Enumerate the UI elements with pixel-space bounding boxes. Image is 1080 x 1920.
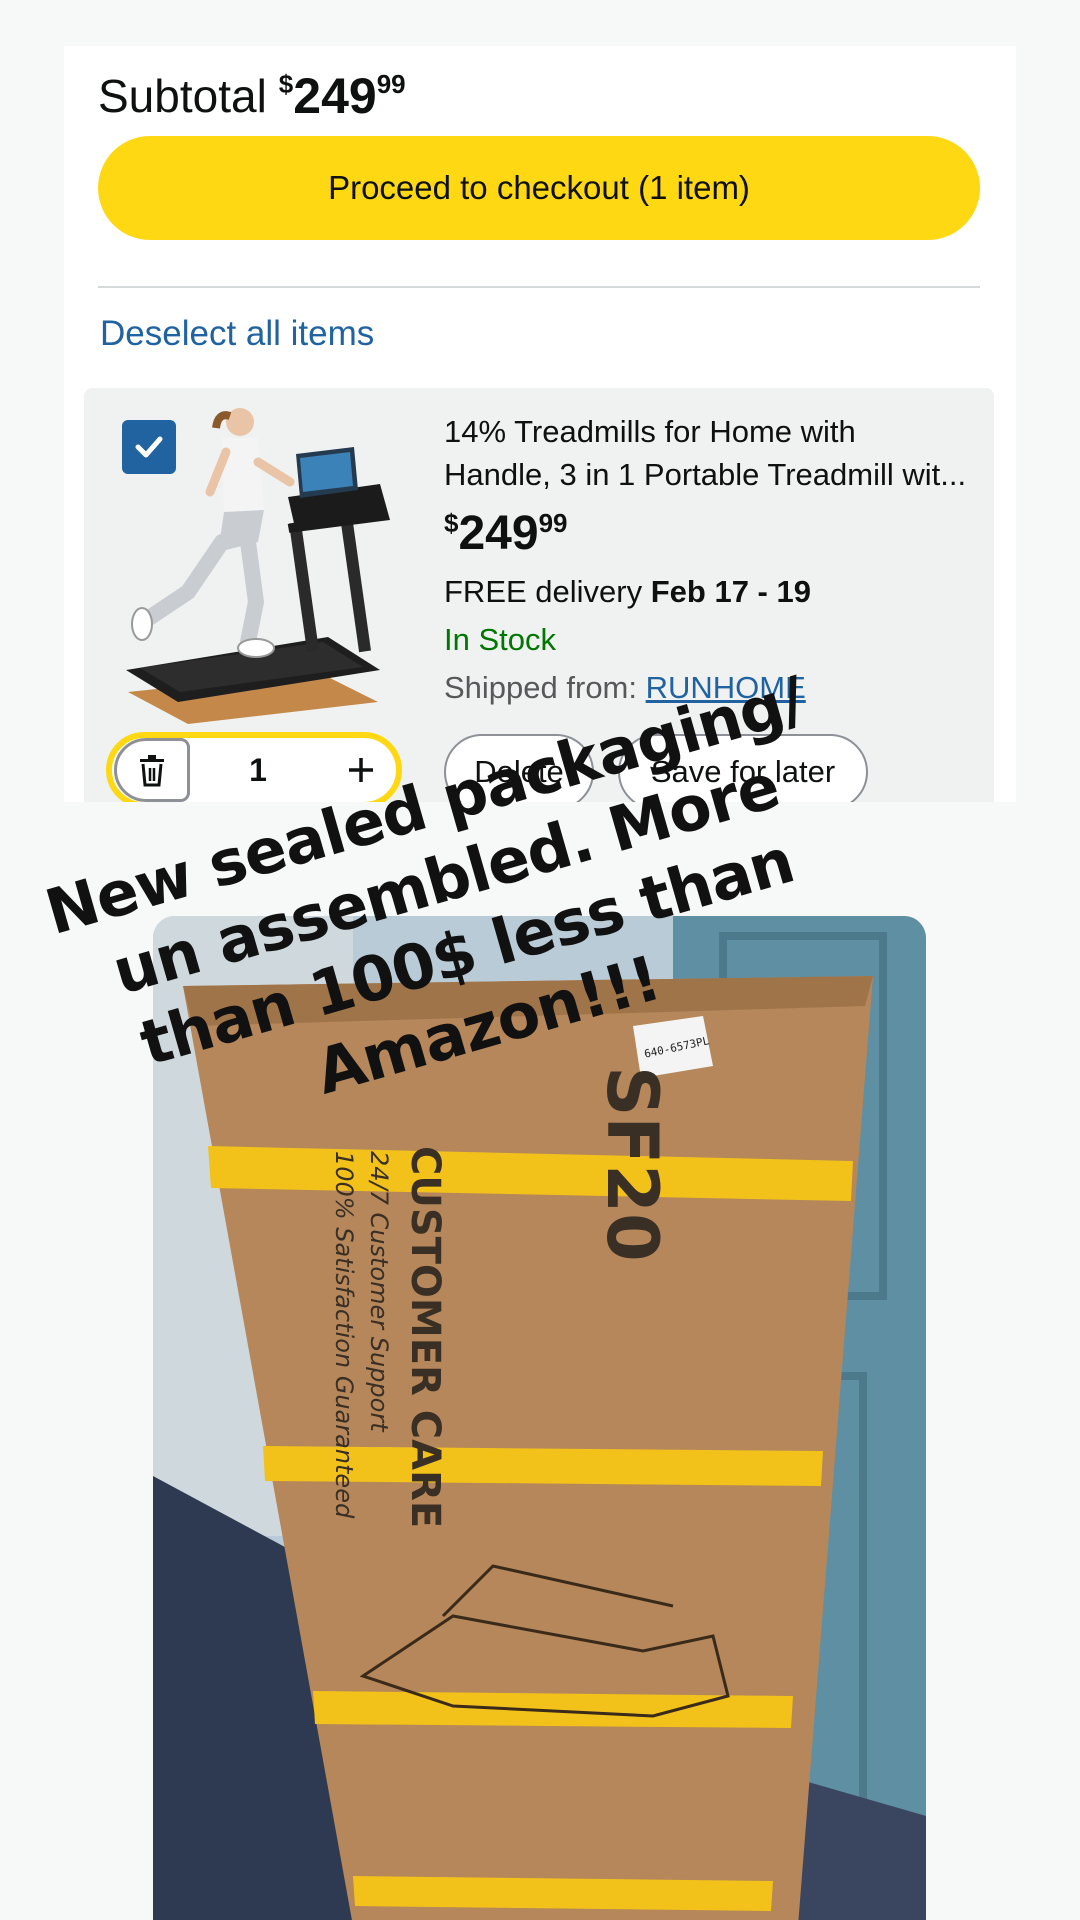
checkmark-icon — [135, 436, 163, 458]
stock-status: In Stock — [444, 622, 556, 657]
subtotal-whole: 249 — [293, 68, 377, 124]
box-text-sf20: SF20 — [591, 1066, 673, 1262]
product-title-link[interactable]: 14% Treadmills for Home with Handle, 3 i… — [444, 410, 984, 496]
quantity-value: 1 — [249, 751, 267, 788]
cart-content: Subtotal $ 249 99 Proceed to checkout (1… — [64, 46, 1016, 802]
delivery-dates: Feb 17 - 19 — [650, 574, 811, 609]
plus-icon — [349, 758, 373, 782]
item-price-fraction: 99 — [538, 508, 568, 538]
delivery-info: FREE delivery Feb 17 - 19 — [444, 574, 811, 610]
divider — [98, 286, 980, 288]
subtotal-price: $ 249 99 — [279, 67, 406, 125]
product-title-line-2: Handle, 3 in 1 Portable Treadmill wit... — [444, 457, 967, 492]
subtotal-label: Subtotal — [98, 70, 267, 122]
shipped-from-label: Shipped from: — [444, 670, 637, 705]
cart-card: Subtotal $ 249 99 Proceed to checkout (1… — [64, 46, 1016, 802]
item-select-checkbox[interactable] — [122, 420, 176, 474]
proceed-to-checkout-button[interactable]: Proceed to checkout (1 item) — [98, 136, 980, 240]
delivery-prefix: FREE delivery — [444, 574, 643, 609]
item-price-whole: 249 — [458, 507, 539, 560]
deselect-all-link[interactable]: Deselect all items — [100, 314, 374, 354]
subtotal: Subtotal $ 249 99 — [98, 46, 406, 146]
subtotal-currency: $ — [278, 69, 294, 99]
trash-icon — [140, 755, 164, 787]
box-text-guarantee: 100% Satisfaction Guaranteed — [330, 1151, 358, 1519]
product-title-line-1: 14% Treadmills for Home with — [444, 414, 856, 449]
item-price-currency: $ — [444, 508, 459, 538]
subtotal-fraction: 99 — [376, 69, 406, 99]
trash-button[interactable] — [114, 738, 190, 802]
item-price: $ 249 99 — [444, 506, 567, 561]
box-text-support: 24/7 Customer Support — [365, 1151, 393, 1432]
box-text-customer-care: CUSTOMER CARE — [402, 1146, 448, 1529]
